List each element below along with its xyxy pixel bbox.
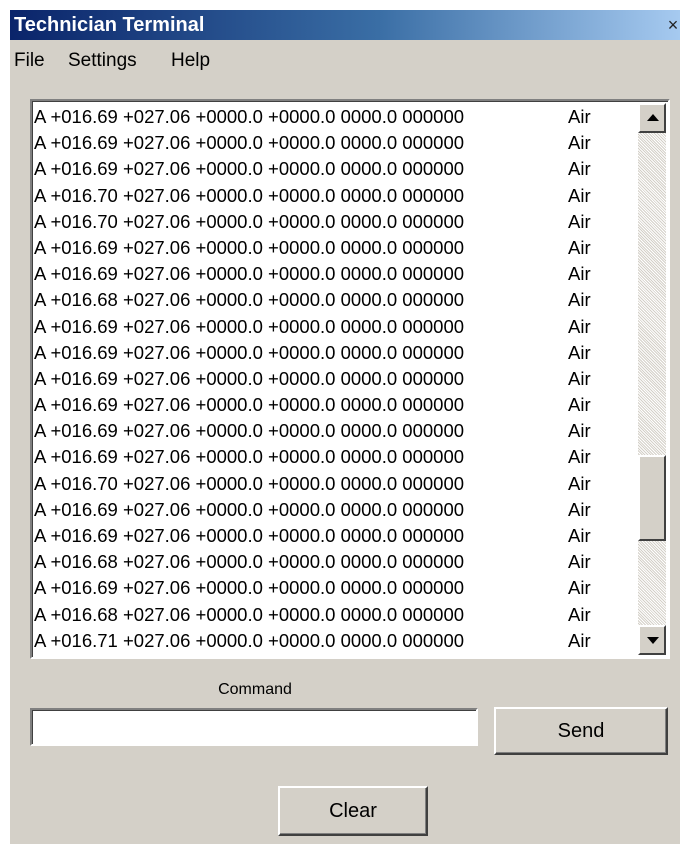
log-reading: A +016.69 +027.06 +0000.0 +0000.0 0000.0… [34,420,465,442]
log-reading: A +016.69 +027.06 +0000.0 +0000.0 0000.0… [34,236,465,258]
log-line: A +016.69 +027.06 +0000.0 +0000.0 0000.0… [34,130,624,156]
scroll-down-arrow-icon[interactable] [638,625,666,655]
technician-terminal-window: Technician Terminal × File Settings Help… [10,10,680,844]
log-line: A +016.69 +027.06 +0000.0 +0000.0 0000.0… [34,523,624,549]
menu-settings[interactable]: Settings [68,50,137,72]
log-medium: Air [568,629,591,651]
log-reading: A +016.70 +027.06 +0000.0 +0000.0 0000.0… [34,472,465,494]
log-line: A +016.69 +027.06 +0000.0 +0000.0 0000.0… [34,497,624,523]
log-reading: A +016.71 +027.06 +0000.0 +0000.0 0000.0… [34,629,465,651]
window-title: Technician Terminal [14,14,205,36]
log-line: A +016.69 +027.06 +0000.0 +0000.0 0000.0… [34,261,624,287]
log-medium: Air [568,446,591,468]
log-line: A +016.69 +027.06 +0000.0 +0000.0 0000.0… [34,366,624,392]
log-line: A +016.69 +027.06 +0000.0 +0000.0 0000.0… [34,392,624,418]
log-medium: Air [568,210,591,232]
log-line: A +016.69 +027.06 +0000.0 +0000.0 0000.0… [34,340,624,366]
log-medium: Air [568,420,591,442]
close-icon[interactable]: × [666,14,680,36]
log-line: A +016.69 +027.06 +0000.0 +0000.0 0000.0… [34,418,624,444]
clear-button[interactable]: Clear [278,786,428,836]
log-medium: Air [568,367,591,389]
log-medium: Air [568,263,591,285]
title-bar[interactable]: Technician Terminal × [10,10,680,40]
log-line: A +016.70 +027.06 +0000.0 +0000.0 0000.0… [34,209,624,235]
log-line: A +016.69 +027.06 +0000.0 +0000.0 0000.0… [34,314,624,340]
log-medium: Air [568,236,591,258]
command-label: Command [218,681,292,698]
log-reading: A +016.69 +027.06 +0000.0 +0000.0 0000.0… [34,525,465,546]
log-reading: A +016.68 +027.06 +0000.0 +0000.0 0000.0… [34,603,465,625]
log-reading: A +016.69 +027.06 +0000.0 +0000.0 0000.0… [34,367,465,389]
log-reading: A +016.69 +027.06 +0000.0 +0000.0 0000.0… [34,446,465,468]
log-medium: Air [568,498,591,520]
log-reading: A +016.68 +027.06 +0000.0 +0000.0 0000.0… [34,551,465,573]
log-line: A +016.69 +027.06 +0000.0 +0000.0 0000.0… [34,156,624,182]
log-reading: A +016.68 +027.06 +0000.0 +0000.0 0000.0… [34,289,465,311]
log-reading: A +016.70 +027.06 +0000.0 +0000.0 0000.0… [34,210,465,232]
menu-help[interactable]: Help [171,50,210,72]
log-line: A +016.69 +027.06 +0000.0 +0000.0 0000.0… [34,235,624,261]
log-medium: Air [568,184,591,206]
log-reading: A +016.69 +027.06 +0000.0 +0000.0 0000.0… [34,106,465,127]
log-medium: Air [568,315,591,337]
log-medium: Air [568,158,591,180]
log-reading: A +016.69 +027.06 +0000.0 +0000.0 0000.0… [34,315,465,337]
menu-bar: File Settings Help [10,46,680,76]
log-line: A +016.69 +027.06 +0000.0 +0000.0 0000.0… [34,104,624,130]
log-reading: A +016.69 +027.06 +0000.0 +0000.0 0000.0… [34,394,465,416]
log-line: A +016.69 +027.06 +0000.0 +0000.0 0000.0… [34,575,624,601]
scrollbar-thumb[interactable] [638,455,666,541]
output-log[interactable]: A +016.69 +027.06 +0000.0 +0000.0 0000.0… [30,99,670,659]
log-line: A +016.71 +027.06 +0000.0 +0000.0 0000.0… [34,628,624,654]
log-medium: Air [568,551,591,573]
log-line: A +016.70 +027.06 +0000.0 +0000.0 0000.0… [34,183,624,209]
send-button[interactable]: Send [494,707,668,755]
log-medium: Air [568,289,591,311]
scroll-up-arrow-icon[interactable] [638,103,666,133]
log-medium: Air [568,577,591,599]
log-medium: Air [568,603,591,625]
log-lines: A +016.69 +027.06 +0000.0 +0000.0 0000.0… [34,104,624,654]
log-medium: Air [568,394,591,416]
log-reading: A +016.69 +027.06 +0000.0 +0000.0 0000.0… [34,577,465,599]
log-reading: A +016.69 +027.06 +0000.0 +0000.0 0000.0… [34,132,465,154]
log-reading: A +016.69 +027.06 +0000.0 +0000.0 0000.0… [34,341,465,363]
log-medium: Air [568,472,591,494]
vertical-scrollbar[interactable] [638,103,666,655]
log-line: A +016.70 +027.06 +0000.0 +0000.0 0000.0… [34,471,624,497]
log-line: A +016.68 +027.06 +0000.0 +0000.0 0000.0… [34,549,624,575]
log-line: A +016.69 +027.06 +0000.0 +0000.0 0000.0… [34,444,624,470]
log-reading: A +016.69 +027.06 +0000.0 +0000.0 0000.0… [34,263,465,285]
log-medium: Air [568,132,591,154]
menu-file[interactable]: File [14,50,45,72]
log-medium: Air [568,106,591,127]
log-reading: A +016.69 +027.06 +0000.0 +0000.0 0000.0… [34,158,465,180]
log-reading: A +016.70 +027.06 +0000.0 +0000.0 0000.0… [34,184,465,206]
log-medium: Air [568,525,591,546]
command-input[interactable] [30,708,478,746]
log-line: A +016.68 +027.06 +0000.0 +0000.0 0000.0… [34,602,624,628]
log-medium: Air [568,341,591,363]
log-reading: A +016.69 +027.06 +0000.0 +0000.0 0000.0… [34,498,465,520]
log-line: A +016.68 +027.06 +0000.0 +0000.0 0000.0… [34,287,624,313]
